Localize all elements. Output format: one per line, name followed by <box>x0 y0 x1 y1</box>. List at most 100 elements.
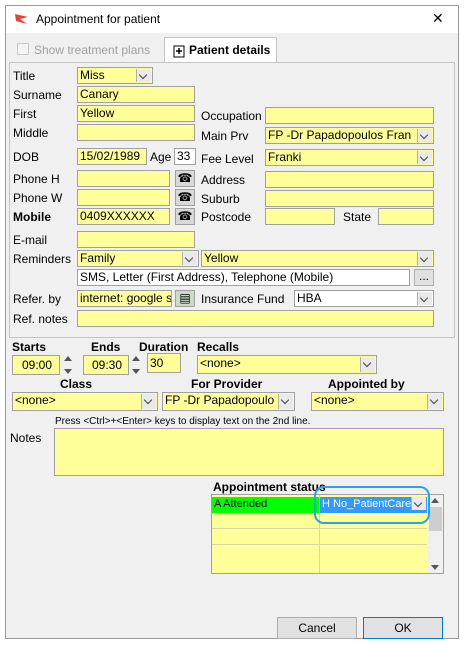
phone-h-field[interactable] <box>77 170 170 187</box>
chevron-down-icon[interactable] <box>417 252 432 265</box>
spin-down-icon[interactable] <box>64 369 72 374</box>
mobile-field[interactable]: 0409XXXXXX <box>77 208 170 225</box>
appointed-by-select[interactable]: <none> <box>311 392 444 411</box>
fee-level-select[interactable]: Franki <box>265 149 434 166</box>
close-icon[interactable]: ✕ <box>432 10 444 27</box>
address-label: Address <box>201 173 246 187</box>
title-select[interactable]: Miss <box>77 67 153 84</box>
state-field[interactable] <box>378 208 434 225</box>
title-bar: Appointment for patient ✕ <box>6 6 458 33</box>
recalls-select[interactable]: <none> <box>197 355 377 374</box>
appointment-status-label: Appointment status <box>213 480 326 494</box>
notes-hint: Press <Ctrl>+<Enter> keys to display tex… <box>55 416 311 427</box>
spin-down-icon[interactable] <box>132 369 140 374</box>
class-value: <none> <box>15 393 56 407</box>
reminders-group-select[interactable]: Family <box>77 250 199 267</box>
tab-details-label: Patient details <box>189 43 271 57</box>
phone-w-label: Phone W <box>13 191 63 205</box>
phone-w-field[interactable] <box>77 189 170 206</box>
status-scrollbar[interactable] <box>428 495 443 573</box>
insurance-fund-value: HBA <box>297 291 322 305</box>
address-field[interactable] <box>265 171 434 188</box>
suburb-field[interactable] <box>265 190 434 207</box>
refer-by-label: Refer. by <box>13 292 62 306</box>
chevron-down-icon[interactable] <box>141 394 156 409</box>
ends-label: Ends <box>91 340 121 354</box>
starts-spinner[interactable] <box>63 355 73 375</box>
insurance-fund-select[interactable]: HBA <box>294 290 434 307</box>
for-provider-select[interactable]: FP -Dr Papadopoulo <box>162 392 295 411</box>
reminder-methods-field[interactable]: SMS, Letter (First Address), Telephone (… <box>77 269 410 286</box>
insurance-fund-label: Insurance Fund <box>201 292 285 306</box>
grid-line <box>212 528 427 529</box>
recalls-value: <none> <box>200 356 241 370</box>
tab-show-treatment-plans[interactable]: Show treatment plans <box>14 40 160 60</box>
ref-notes-label: Ref. notes <box>13 312 68 326</box>
fee-level-value: Franki <box>268 150 302 164</box>
for-provider-value: FP -Dr Papadopoulo <box>165 393 275 407</box>
new-document-icon <box>173 45 185 58</box>
chevron-down-icon[interactable] <box>136 69 151 82</box>
notes-label: Notes <box>10 431 42 445</box>
recalls-label: Recalls <box>197 340 240 354</box>
occupation-label: Occupation <box>201 109 262 123</box>
chevron-down-icon[interactable] <box>182 252 197 265</box>
scroll-thumb[interactable] <box>429 507 442 531</box>
starts-time-field[interactable]: 09:00 <box>12 355 60 375</box>
status-cell-attended: A Attended <box>214 498 268 510</box>
title-value: Miss <box>80 68 105 82</box>
status-row[interactable]: A Attended <box>212 497 319 513</box>
surname-field[interactable]: Canary <box>77 86 195 103</box>
appointed-by-value: <none> <box>314 393 355 407</box>
dob-label: DOB <box>13 150 40 164</box>
chevron-down-icon[interactable] <box>427 394 442 409</box>
ends-spinner[interactable] <box>131 355 141 375</box>
postcode-label: Postcode <box>201 210 252 224</box>
chevron-down-icon[interactable] <box>360 357 375 372</box>
duration-field[interactable]: 30 <box>147 353 181 373</box>
referrer-card-icon[interactable]: ▤ <box>175 290 195 307</box>
chevron-down-icon[interactable] <box>417 129 432 142</box>
for-provider-label: For Provider <box>191 377 263 391</box>
spin-up-icon[interactable] <box>64 356 72 361</box>
reminders-who-select[interactable]: Yellow <box>201 250 434 267</box>
mobile-label: Mobile <box>13 210 51 224</box>
treatment-checkbox[interactable] <box>17 43 29 55</box>
ok-button[interactable]: OK <box>363 617 443 639</box>
cancel-button[interactable]: Cancel <box>277 617 357 639</box>
main-provider-select[interactable]: FP -Dr Papadopoulos Fran <box>265 127 434 144</box>
suburb-label: Suburb <box>201 192 240 206</box>
surname-label: Surname <box>13 88 62 102</box>
tab-patient-details[interactable]: Patient details <box>164 37 277 63</box>
highlight-ring <box>314 486 430 524</box>
phone-h-label: Phone H <box>13 172 60 186</box>
chevron-down-icon[interactable] <box>417 151 432 164</box>
chevron-down-icon[interactable] <box>417 292 432 305</box>
starts-label: Starts <box>12 340 47 354</box>
middle-label: Middle <box>13 126 49 140</box>
refer-by-field[interactable]: internet: google s <box>77 290 172 307</box>
reminder-methods-button[interactable]: ... <box>414 269 434 286</box>
ref-notes-field[interactable] <box>77 310 434 327</box>
reminders-label: Reminders <box>13 252 72 266</box>
scroll-down-icon[interactable] <box>431 565 439 570</box>
first-name-field[interactable]: Yellow <box>77 105 195 122</box>
app-logo-icon <box>15 14 28 24</box>
main-provider-value: FP -Dr Papadopoulos Fran <box>268 128 412 142</box>
middle-name-field[interactable] <box>77 124 195 141</box>
appointment-dialog: Appointment for patient ✕ Show treatment… <box>5 5 459 639</box>
scroll-up-icon[interactable] <box>431 498 439 503</box>
phone-w-dial-icon[interactable]: ☎ <box>175 189 195 206</box>
spin-up-icon[interactable] <box>132 356 140 361</box>
dob-field[interactable]: 15/02/1989 <box>77 148 147 165</box>
chevron-down-icon[interactable] <box>278 394 293 409</box>
email-field[interactable] <box>77 231 195 248</box>
phone-h-dial-icon[interactable]: ☎ <box>175 170 195 187</box>
occupation-field[interactable] <box>265 107 434 124</box>
ends-time-field[interactable]: 09:30 <box>83 355 129 375</box>
title-label: Title <box>13 69 36 83</box>
notes-field[interactable] <box>54 428 444 476</box>
postcode-field[interactable] <box>265 208 335 225</box>
class-select[interactable]: <none> <box>12 392 158 411</box>
mobile-dial-icon[interactable]: ☎ <box>175 208 195 225</box>
